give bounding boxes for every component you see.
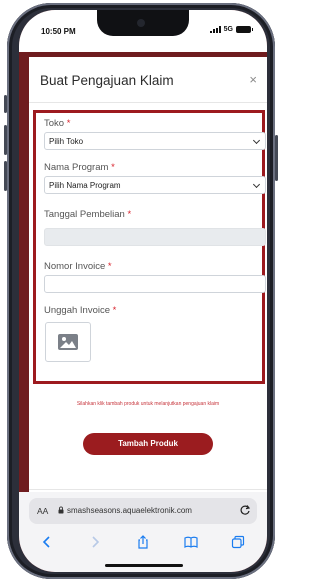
- nama-program-label-text: Nama Program: [44, 162, 109, 173]
- nama-program-select[interactable]: Pilih Nama Program: [44, 176, 266, 194]
- claim-modal: Buat Pengajuan Klaim × Toko * Pilih Toko…: [29, 57, 267, 497]
- toko-label-text: Toko: [44, 118, 65, 129]
- reload-icon[interactable]: [239, 504, 251, 516]
- divider: [29, 489, 267, 490]
- required-mark: *: [111, 162, 115, 173]
- share-icon[interactable]: [136, 535, 150, 549]
- toko-select[interactable]: Pilih Toko: [44, 132, 266, 150]
- nama-program-select-value: Pilih Nama Program: [49, 181, 121, 190]
- tambah-produk-button[interactable]: Tambah Produk: [83, 433, 213, 455]
- status-time: 10:50 PM: [41, 27, 76, 36]
- nomor-invoice-label-text: Nomor Invoice: [44, 261, 106, 272]
- chevron-down-icon: [252, 136, 261, 145]
- image-icon: [58, 334, 78, 350]
- power-button: [275, 135, 278, 181]
- required-mark: *: [66, 118, 71, 129]
- screen: 10:50 PM 5G Buat Pengajuan Klaim × Toko …: [19, 10, 267, 572]
- toko-select-value: Pilih Toko: [49, 137, 84, 146]
- hint-text: Silahkan klik tambah produk untuk melanj…: [76, 401, 220, 407]
- required-mark: *: [107, 261, 112, 272]
- modal-header: Buat Pengajuan Klaim ×: [29, 57, 267, 103]
- home-indicator: [105, 564, 183, 567]
- close-icon[interactable]: ×: [249, 73, 257, 86]
- nomor-invoice-label: Nomor Invoice *: [44, 261, 112, 272]
- side-button: [4, 95, 7, 113]
- forward-icon[interactable]: [88, 535, 102, 549]
- modal-title: Buat Pengajuan Klaim: [40, 73, 174, 88]
- tanggal-pembelian-label-text: Tanggal Pembelian: [44, 209, 125, 220]
- nama-program-label: Nama Program *: [44, 162, 115, 173]
- url-text: smashseasons.aquaelektronik.com: [67, 506, 192, 515]
- tabs-icon[interactable]: [231, 535, 245, 549]
- unggah-invoice-label-text: Unggah Invoice: [44, 305, 111, 316]
- volume-up-button: [4, 125, 7, 155]
- bookmarks-icon[interactable]: [184, 535, 198, 549]
- volume-down-button: [4, 161, 7, 191]
- claim-form: Toko * Pilih Toko Nama Program * Pilih N…: [33, 110, 266, 384]
- unggah-invoice-label: Unggah Invoice *: [44, 305, 116, 316]
- required-mark: *: [127, 209, 132, 220]
- browser-toolbar: AA smashseasons.aquaelektronik.com: [19, 492, 267, 572]
- network-label: 5G: [223, 26, 233, 33]
- tanggal-pembelian-label: Tanggal Pembelian *: [44, 209, 131, 220]
- toko-label: Toko *: [44, 118, 70, 129]
- chevron-down-icon: [252, 180, 261, 189]
- status-indicators: 5G: [209, 26, 253, 33]
- battery-icon: [236, 26, 253, 33]
- nomor-invoice-input[interactable]: [44, 275, 266, 293]
- required-mark: *: [112, 305, 117, 316]
- address-bar[interactable]: AA smashseasons.aquaelektronik.com: [29, 498, 257, 524]
- upload-invoice-button[interactable]: [45, 322, 91, 362]
- text-size-button[interactable]: AA: [37, 506, 48, 516]
- signal-icon: [209, 26, 221, 33]
- lock-icon: [58, 506, 64, 514]
- camera-icon: [137, 19, 145, 27]
- tanggal-pembelian-field: [44, 228, 266, 246]
- back-icon[interactable]: [40, 535, 54, 549]
- notch: [97, 10, 189, 36]
- browser-tabbar: [19, 530, 267, 556]
